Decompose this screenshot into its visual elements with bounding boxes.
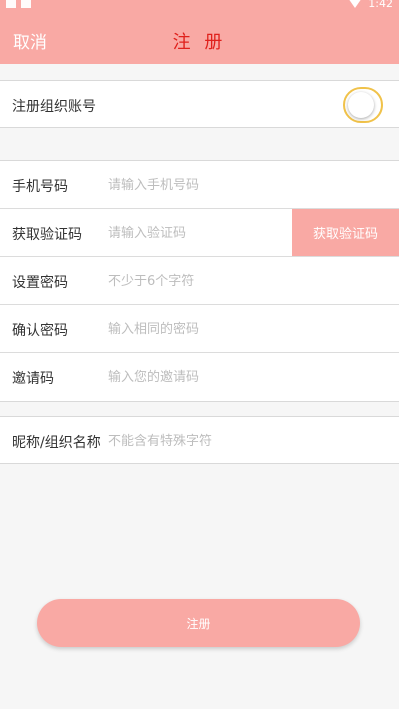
- account-form: 手机号码 获取验证码 获取验证码 设置密码 确认密码 邀请码: [0, 160, 399, 402]
- phone-input[interactable]: [108, 174, 288, 196]
- org-account-label: 注册组织账号: [12, 99, 96, 115]
- verify-label: 获取验证码: [12, 227, 82, 243]
- password-label: 设置密码: [12, 275, 68, 291]
- phone-label: 手机号码: [12, 179, 68, 195]
- org-account-toggle[interactable]: [343, 87, 383, 123]
- invite-row: 邀请码: [0, 353, 399, 401]
- verify-row: 获取验证码 获取验证码: [0, 209, 399, 257]
- nickname-label: 昵称/组织名称: [12, 435, 101, 451]
- status-bar: 1:42: [0, 0, 399, 12]
- confirm-password-row: 确认密码: [0, 305, 399, 353]
- page-title: 注 册: [172, 32, 227, 53]
- password-row: 设置密码: [0, 257, 399, 305]
- app-header: 1:42 取消 注 册: [0, 0, 399, 64]
- confirm-password-input[interactable]: [108, 318, 288, 340]
- org-account-row: 注册组织账号: [0, 81, 399, 127]
- nickname-row: 昵称/组织名称: [0, 417, 399, 463]
- register-button[interactable]: 注册: [37, 599, 360, 647]
- verify-code-input[interactable]: [108, 222, 288, 244]
- toggle-knob: [348, 92, 374, 118]
- password-input[interactable]: [108, 270, 288, 292]
- nickname-section: 昵称/组织名称: [0, 416, 399, 464]
- status-time: 1:42: [368, 0, 393, 10]
- notification-icons: [6, 0, 31, 8]
- phone-row: 手机号码: [0, 161, 399, 209]
- wifi-icon: [348, 0, 363, 8]
- nickname-input[interactable]: [108, 430, 288, 452]
- invite-code-input[interactable]: [108, 366, 288, 388]
- invite-label: 邀请码: [12, 371, 54, 387]
- confirm-password-label: 确认密码: [12, 323, 68, 339]
- status-right: 1:42: [348, 0, 393, 10]
- notification-icon: [6, 0, 16, 8]
- notification-icon: [21, 0, 31, 8]
- org-account-section: 注册组织账号: [0, 80, 399, 128]
- get-verify-code-button[interactable]: 获取验证码: [292, 209, 399, 256]
